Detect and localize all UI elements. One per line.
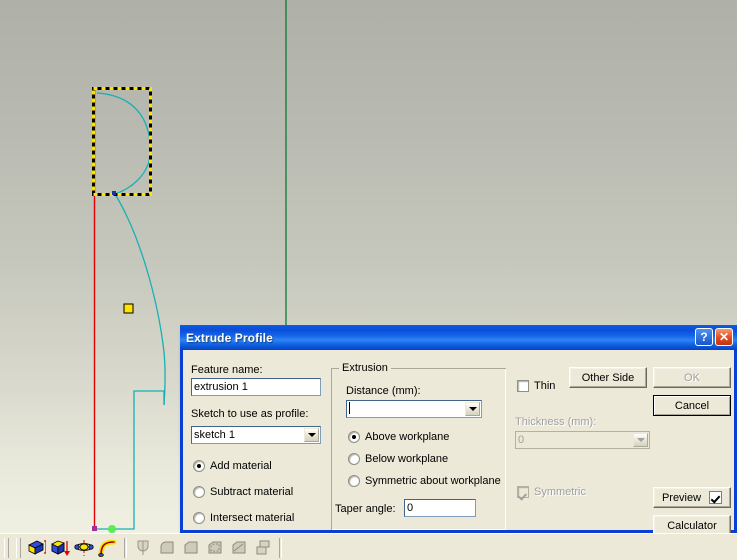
- sweep-icon[interactable]: [96, 537, 120, 559]
- preview-label: Preview: [661, 491, 702, 504]
- thin-label: Thin: [534, 380, 556, 392]
- radio-add-material-label: Add material: [210, 460, 272, 472]
- ok-button: OK: [653, 367, 731, 388]
- profile-spline[interactable]: [114, 193, 166, 406]
- thin-checkbox[interactable]: Thin: [517, 380, 555, 392]
- sketch-handle-square[interactable]: [123, 303, 134, 314]
- radio-indicator: [193, 512, 205, 524]
- cancel-button[interactable]: Cancel: [653, 395, 731, 416]
- profile-step-polyline[interactable]: [96, 390, 165, 530]
- pattern-icon: [251, 537, 275, 559]
- chamfer-icon: [179, 537, 203, 559]
- endpoint-marker[interactable]: [92, 526, 97, 531]
- preview-button[interactable]: Preview: [653, 487, 731, 508]
- dialog-titlebar[interactable]: Extrude Profile ? ✕: [180, 325, 737, 350]
- draft-icon: [227, 537, 251, 559]
- revolve-icon[interactable]: [72, 537, 96, 559]
- titlebar-buttons: ? ✕: [695, 328, 733, 346]
- radio-intersect-material-label: Intersect material: [210, 512, 295, 524]
- sketch-profile-label: Sketch to use as profile:: [191, 408, 309, 420]
- radio-below-workplane-label: Below workplane: [365, 453, 449, 465]
- toolbar-separator: [124, 538, 127, 558]
- thickness-value: 0: [518, 434, 525, 446]
- radio-subtract-material[interactable]: Subtract material: [193, 486, 293, 498]
- checkbox-indicator: [517, 380, 529, 392]
- extrude-cut-icon[interactable]: [48, 537, 72, 559]
- radio-indicator: [348, 475, 360, 487]
- toolbar-grip[interactable]: [4, 538, 9, 558]
- thickness-label: Thickness (mm):: [515, 416, 597, 428]
- distance-input[interactable]: [346, 400, 482, 418]
- symmetric-checkbox: Symmetric: [517, 486, 586, 498]
- radio-subtract-material-label: Subtract material: [210, 486, 294, 498]
- selection-rectangle[interactable]: [92, 87, 152, 196]
- chevron-down-icon: [633, 433, 648, 447]
- cad-application-window: Extrude Profile ? ✕ Feature name: extrus…: [0, 0, 737, 560]
- hole-icon: [131, 537, 155, 559]
- extrusion-groupbox-title: Extrusion: [339, 362, 391, 374]
- help-icon[interactable]: ?: [695, 328, 713, 346]
- radio-indicator: [348, 431, 360, 443]
- extrude-profile-dialog: Extrude Profile ? ✕ Feature name: extrus…: [180, 325, 737, 536]
- text-caret: [349, 402, 350, 414]
- dialog-title: Extrude Profile: [186, 330, 273, 345]
- radio-above-workplane-label: Above workplane: [365, 431, 450, 443]
- radio-indicator: [193, 486, 205, 498]
- dialog-body: Feature name: extrusion 1 Sketch to use …: [183, 350, 734, 536]
- radio-indicator: [348, 453, 360, 465]
- shell-icon: [203, 537, 227, 559]
- feature-name-input[interactable]: extrusion 1: [191, 378, 321, 396]
- preview-checkbox[interactable]: [709, 491, 723, 504]
- radio-intersect-material[interactable]: Intersect material: [193, 512, 294, 524]
- sketch-profile-value: sketch 1: [194, 429, 235, 441]
- sketch-profile-select[interactable]: sketch 1: [191, 426, 321, 444]
- radio-indicator: [193, 460, 205, 472]
- extrusion-groupbox: Extrusion Distance (mm): Above workplane…: [331, 362, 506, 530]
- sketch-point-midspan[interactable]: [112, 191, 116, 195]
- other-side-button[interactable]: Other Side: [569, 367, 647, 388]
- bottom-toolbar-strip: [0, 533, 737, 560]
- distance-label: Distance (mm):: [346, 385, 421, 397]
- chevron-down-icon[interactable]: [304, 428, 319, 442]
- checkbox-indicator: [517, 486, 529, 498]
- feature-toolbar: [0, 536, 286, 560]
- symmetric-label: Symmetric: [534, 486, 586, 498]
- thickness-input: 0: [515, 431, 650, 449]
- selection-rectangle-dash: [92, 87, 152, 196]
- radio-add-material[interactable]: Add material: [193, 460, 272, 472]
- origin-point[interactable]: [108, 525, 116, 533]
- profile-arc-top[interactable]: [96, 92, 151, 195]
- extrude-boss-icon[interactable]: [24, 537, 48, 559]
- radio-below-workplane[interactable]: Below workplane: [348, 453, 448, 465]
- taper-angle-input[interactable]: 0: [404, 499, 476, 517]
- taper-angle-label: Taper angle:: [335, 503, 396, 515]
- radio-symmetric-about-workplane[interactable]: Symmetric about workplane: [348, 475, 501, 487]
- radio-symmetric-about-workplane-label: Symmetric about workplane: [365, 475, 501, 487]
- feature-name-label: Feature name:: [191, 364, 263, 376]
- fillet-icon: [155, 537, 179, 559]
- radio-above-workplane[interactable]: Above workplane: [348, 431, 449, 443]
- close-icon[interactable]: ✕: [715, 328, 733, 346]
- toolbar-separator: [279, 538, 282, 558]
- chevron-down-icon[interactable]: [465, 402, 480, 416]
- toolbar-grip[interactable]: [16, 538, 21, 558]
